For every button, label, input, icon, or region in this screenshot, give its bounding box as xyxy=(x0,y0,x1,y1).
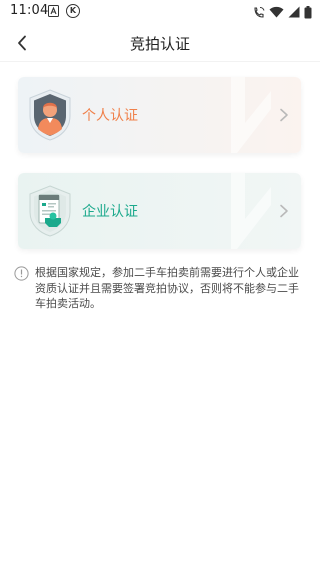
info-circle-icon xyxy=(14,266,29,281)
enterprise-certification-label: 企业认证 xyxy=(82,204,138,220)
a-notification-icon xyxy=(48,5,59,17)
enterprise-building-icon xyxy=(29,185,71,237)
page-title: 竞拍认证 xyxy=(129,35,190,53)
k-circle-icon: K xyxy=(66,4,80,18)
call-wifi-icon xyxy=(254,6,265,18)
chevron-right-icon xyxy=(280,108,288,122)
status-right-icons xyxy=(253,4,312,20)
status-time: 11:04 xyxy=(10,3,49,18)
nav-bar: 竞拍认证 xyxy=(0,24,320,62)
notice-text: 根据国家规定，参加二手车拍卖前需要进行个人或企业资质认证并且需要签署竞拍协议，否… xyxy=(35,266,299,310)
personal-certification-label: 个人认证 xyxy=(82,108,138,124)
chevron-right-icon xyxy=(280,204,288,218)
enterprise-certification-card[interactable]: 企业认证 xyxy=(18,173,301,249)
status-bar: 11:04 K xyxy=(0,0,320,24)
card-decoration xyxy=(231,173,271,249)
signal-icon xyxy=(288,6,300,18)
wifi-icon xyxy=(269,6,284,18)
personal-certification-card[interactable]: 个人认证 xyxy=(18,77,301,153)
battery-icon xyxy=(304,5,312,18)
person-avatar-icon xyxy=(29,89,71,141)
card-decoration xyxy=(231,77,271,153)
